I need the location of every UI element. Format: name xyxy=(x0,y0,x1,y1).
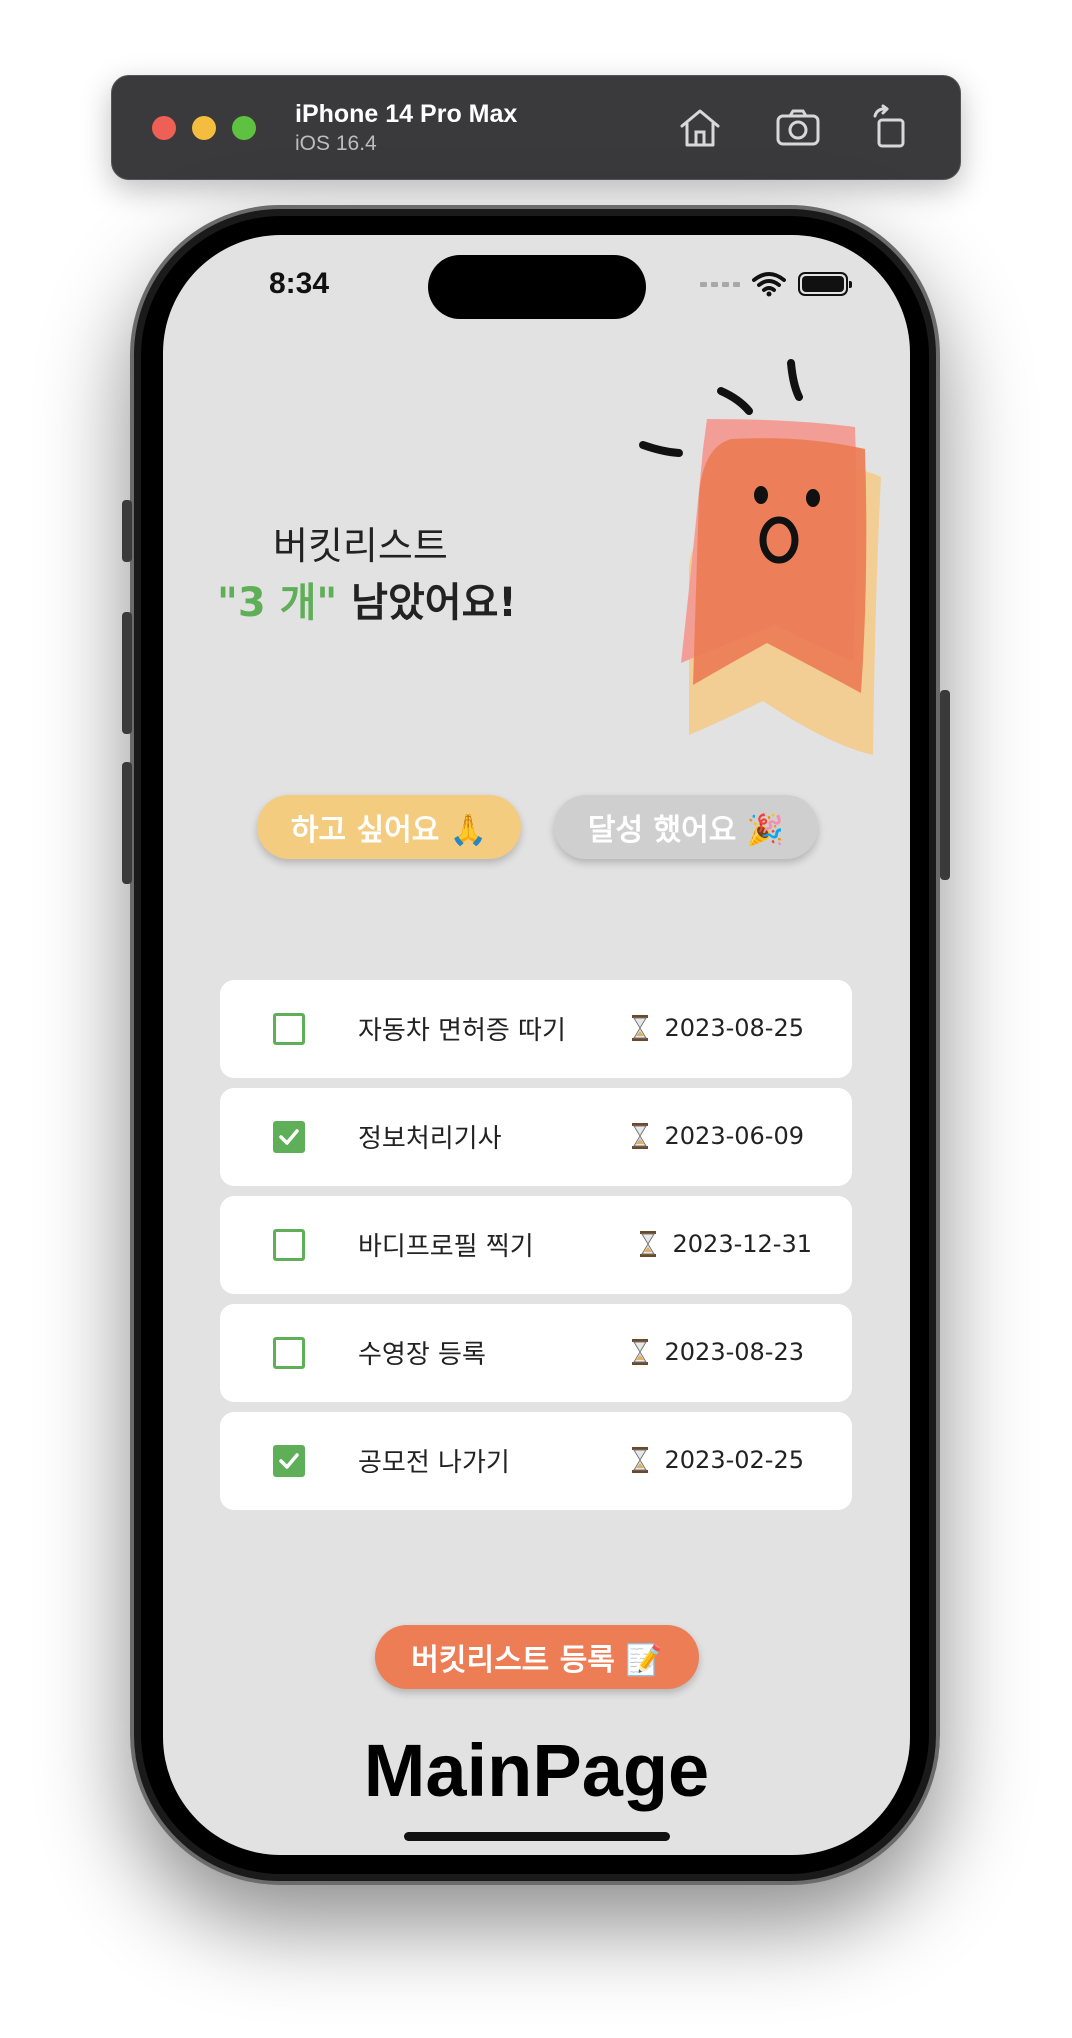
dynamic-island xyxy=(428,255,646,319)
list-item[interactable]: 공모전 나가기 2023-02-25 xyxy=(220,1412,852,1510)
item-title: 정보처리기사 xyxy=(358,1124,502,1154)
phone-screen: 8:34 버킷리스트 "3 개" 남았어요! 하고 싶어요 🙏 달성 했어요 🎉 xyxy=(163,235,910,1855)
item-title: 바디프로필 찍기 xyxy=(358,1232,534,1262)
item-title: 수영장 등록 xyxy=(358,1340,486,1370)
hourglass-icon xyxy=(631,1123,648,1149)
list-item[interactable]: 정보처리기사 2023-06-09 xyxy=(220,1088,852,1186)
page-label: MainPage xyxy=(363,1729,710,1812)
item-date: 2023-02-25 xyxy=(631,1446,804,1474)
screenshot-icon[interactable] xyxy=(774,104,822,152)
hourglass-icon xyxy=(639,1231,656,1257)
date-text: 2023-12-31 xyxy=(672,1230,812,1258)
simulator-toolbar: iPhone 14 Pro Max iOS 16.4 xyxy=(111,75,961,180)
date-text: 2023-06-09 xyxy=(664,1122,804,1150)
home-indicator[interactable] xyxy=(404,1832,670,1841)
item-date: 2023-08-23 xyxy=(631,1338,804,1366)
item-date: 2023-06-09 xyxy=(631,1122,804,1150)
os-version: iOS 16.4 xyxy=(295,132,377,155)
hourglass-icon xyxy=(631,1447,648,1473)
volume-up-button xyxy=(122,612,132,734)
checkbox[interactable] xyxy=(273,1013,305,1045)
item-title: 공모전 나가기 xyxy=(358,1448,510,1478)
wifi-icon xyxy=(752,272,786,297)
bookmark-mascot-icon xyxy=(639,359,881,755)
checkmark-icon xyxy=(279,1453,299,1469)
remaining-count-line: "3 개" 남았어요! xyxy=(217,570,517,628)
list-item[interactable]: 자동차 면허증 따기 2023-08-25 xyxy=(220,980,852,1078)
rotate-icon[interactable] xyxy=(867,104,915,152)
zoom-window-button[interactable] xyxy=(232,116,256,140)
date-text: 2023-02-25 xyxy=(664,1446,804,1474)
remaining-count: "3 개" xyxy=(217,580,338,626)
device-name: iPhone 14 Pro Max xyxy=(295,100,518,128)
item-date: 2023-08-25 xyxy=(631,1014,804,1042)
home-icon[interactable] xyxy=(676,104,724,152)
done-filter-button[interactable]: 달성 했어요 🎉 xyxy=(554,795,818,859)
checkbox[interactable] xyxy=(273,1121,305,1153)
checkbox[interactable] xyxy=(273,1337,305,1369)
list-item[interactable]: 수영장 등록 2023-08-23 xyxy=(220,1304,852,1402)
item-title: 자동차 면허증 따기 xyxy=(358,1016,566,1046)
status-time: 8:34 xyxy=(269,267,330,300)
remaining-suffix: 남았어요! xyxy=(337,580,517,626)
power-button xyxy=(940,690,950,880)
list-item[interactable]: 바디프로필 찍기 2023-12-31 xyxy=(220,1196,852,1294)
checkbox[interactable] xyxy=(273,1445,305,1477)
date-text: 2023-08-23 xyxy=(664,1338,804,1366)
action-button xyxy=(122,500,132,562)
status-icons xyxy=(700,271,852,297)
cellular-signal-icon xyxy=(700,281,740,287)
register-bucket-button[interactable]: 버킷리스트 등록 📝 xyxy=(375,1625,699,1689)
headline-title: 버킷리스트 xyxy=(273,524,448,568)
hourglass-icon xyxy=(631,1015,648,1041)
checkmark-icon xyxy=(279,1129,299,1145)
battery-icon xyxy=(798,272,852,296)
hourglass-icon xyxy=(631,1339,648,1365)
minimize-window-button[interactable] xyxy=(192,116,216,140)
want-filter-button[interactable]: 하고 싶어요 🙏 xyxy=(257,795,521,859)
checkbox[interactable] xyxy=(273,1229,305,1261)
close-window-button[interactable] xyxy=(152,116,176,140)
date-text: 2023-08-25 xyxy=(664,1014,804,1042)
volume-down-button xyxy=(122,762,132,884)
item-date: 2023-12-31 xyxy=(639,1230,812,1258)
